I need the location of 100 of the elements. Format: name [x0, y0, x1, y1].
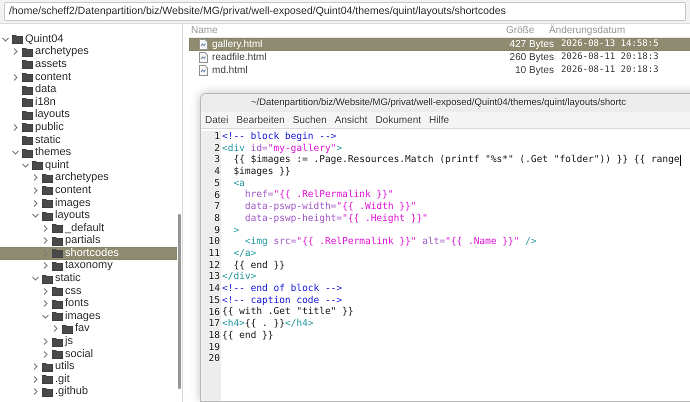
file-date: 2026-08-13 14:58:5	[560, 38, 659, 51]
line-number: 16	[208, 306, 220, 318]
tree-item[interactable]: i18n	[0, 96, 178, 109]
tree-item[interactable]: static	[0, 134, 178, 146]
file-row[interactable]: readfile.html 260 Bytes 2026-08-11 20:18:3	[189, 51, 690, 64]
folder-icon	[12, 34, 23, 44]
code-line: data-pswp-height="{{ .Height }}"	[244, 212, 428, 225]
tree-item[interactable]: layouts	[0, 209, 178, 222]
chevron-right-icon[interactable]	[42, 224, 49, 232]
chevron-right-icon[interactable]	[12, 74, 19, 81]
chevron-down-icon[interactable]	[32, 212, 39, 220]
line-number: 1	[214, 131, 220, 143]
tree-item[interactable]: themes	[0, 146, 178, 159]
chevron-right-icon[interactable]	[42, 300, 49, 308]
menu-item[interactable]: Suchen	[292, 112, 327, 128]
code-line: {{ end }}	[232, 260, 285, 272]
tree-item[interactable]: layouts	[0, 108, 178, 122]
folder-icon	[42, 210, 53, 221]
tree-item[interactable]: content	[0, 70, 178, 84]
tree-item[interactable]: _default	[0, 222, 178, 234]
chevron-right-icon[interactable]	[32, 200, 39, 207]
chevron-right-icon[interactable]	[42, 350, 49, 358]
folder-icon	[52, 298, 63, 309]
file-size: 427 Bytes	[508, 38, 554, 52]
folder-icon	[42, 362, 53, 372]
folder-icon	[42, 185, 53, 196]
folder-icon	[52, 336, 63, 347]
tree-item[interactable]: social	[0, 348, 178, 360]
tree-item[interactable]: utils	[0, 360, 178, 374]
chevron-down-icon[interactable]	[42, 312, 49, 320]
code-line: <!-- end of block -->	[222, 282, 342, 295]
line-number: 4	[214, 166, 220, 178]
chevron-right-icon[interactable]	[12, 48, 19, 56]
tree-item[interactable]: Quint04	[0, 33, 178, 46]
line-number: 2	[214, 142, 220, 154]
file-icon	[199, 52, 208, 63]
code-line: <a	[232, 178, 245, 190]
code-line: {{ $images := .Page.Resources.Match (printf "%s*" (.Get "folder")) }} {{ range	[232, 154, 680, 166]
file-name: gallery.html	[212, 38, 262, 52]
line-number: 17	[208, 318, 220, 330]
code-line: <div id="my-gallery">	[222, 142, 342, 154]
folder-icon	[52, 311, 63, 322]
chevron-down-icon[interactable]	[32, 275, 39, 282]
file-name: md.html	[212, 64, 248, 78]
file-row[interactable]: md.html 10 Bytes 2026-08-11 20:18:3	[189, 64, 690, 77]
tree-item[interactable]: content	[0, 184, 178, 197]
code-line: </div>	[222, 271, 256, 283]
folder-icon	[22, 122, 33, 132]
tree-item[interactable]: partials	[0, 234, 178, 248]
tree-item[interactable]: .git	[0, 373, 178, 386]
chevron-right-icon[interactable]	[42, 288, 49, 295]
chevron-right-icon[interactable]	[42, 237, 49, 244]
code-line: {{ end }}	[222, 330, 274, 342]
file-icon	[199, 39, 208, 50]
file-size: 10 Bytes	[514, 64, 554, 78]
chevron-right-icon[interactable]	[32, 186, 39, 194]
code-line: {{ with .Get "title" }}	[222, 306, 354, 318]
tree-item[interactable]: static	[0, 272, 178, 285]
code-line: href="{{ .RelPermalink }}"	[244, 189, 394, 202]
chevron-right-icon[interactable]	[12, 124, 19, 131]
menu-item[interactable]: Ansicht	[334, 112, 368, 128]
tree-item[interactable]: images	[0, 310, 178, 323]
tree-item[interactable]: archetypes	[0, 172, 178, 184]
chevron-right-icon[interactable]	[32, 388, 39, 396]
chevron-down-icon[interactable]	[22, 162, 29, 169]
menu-item[interactable]: Hilfe	[429, 112, 450, 128]
tree-item[interactable]: css	[0, 284, 178, 298]
chevron-right-icon[interactable]	[32, 174, 39, 182]
chevron-down-icon[interactable]	[2, 36, 9, 43]
chevron-right-icon[interactable]	[32, 363, 39, 370]
tree-item[interactable]: quint	[0, 158, 178, 172]
tree-item[interactable]: archetypes	[0, 46, 178, 58]
tree-item[interactable]: public	[0, 121, 178, 134]
chevron-right-icon[interactable]	[42, 338, 49, 346]
code-line: <img src="{{ .RelPermalink }}" alt="{{ .Name }}" />	[244, 236, 537, 248]
tree-item[interactable]: taxonomy	[0, 260, 178, 272]
chevron-down-icon[interactable]	[12, 149, 19, 156]
tree-item[interactable]: assets	[0, 58, 178, 71]
folder-icon	[22, 72, 33, 82]
scrollbar[interactable]	[178, 214, 182, 389]
code-line: <!-- caption code -->	[222, 294, 342, 306]
code-line: >	[232, 224, 240, 236]
tree-item[interactable]: data	[0, 83, 178, 96]
chevron-right-icon[interactable]	[42, 262, 49, 270]
folder-icon	[22, 59, 33, 70]
path-field[interactable]: /home/scheff2/Datenpartition/biz/Website/MG/privat/well-exposed/Quint04/themes/quint/layouts/shortcodes	[4, 2, 686, 21]
menu-item[interactable]: Bearbeiten	[236, 112, 285, 128]
tree-item[interactable]: images	[0, 196, 178, 210]
folder-icon	[22, 148, 33, 158]
tree-item[interactable]: fav	[0, 322, 178, 336]
tree-item[interactable]: fonts	[0, 297, 178, 310]
menu-item[interactable]: Dokument	[375, 112, 422, 128]
chevron-right-icon[interactable]	[52, 325, 59, 332]
chevron-right-icon[interactable]	[32, 376, 39, 383]
folder-icon	[42, 172, 53, 183]
tree-item[interactable]: .github	[0, 386, 178, 398]
menu-item[interactable]: Datei	[205, 112, 228, 128]
tree-item[interactable]: js	[0, 335, 178, 348]
file-size: 260 Bytes	[508, 51, 554, 65]
line-number: 15	[208, 294, 220, 307]
